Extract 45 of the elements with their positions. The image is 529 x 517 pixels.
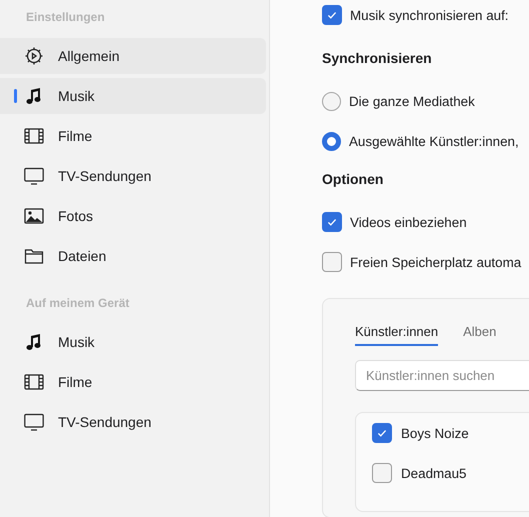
sidebar-item[interactable]: TV-Sendungen (0, 158, 266, 194)
gear-icon (24, 46, 44, 66)
checkbox[interactable] (372, 423, 392, 443)
sidebar-item[interactable]: Musik (0, 324, 266, 360)
section-header: Einstellungen (25, 10, 106, 26)
sidebar-label: Allgemein (58, 48, 120, 64)
search-field[interactable]: Künstler:innen suchen (355, 360, 529, 391)
tab[interactable]: Künstler:innen (355, 324, 438, 346)
sidebar-item[interactable]: Fotos (0, 198, 266, 234)
sidebar-label: TV-Sendungen (58, 168, 152, 184)
sidebar-item[interactable]: Dateien (0, 238, 266, 274)
tv-icon (24, 166, 44, 186)
checkbox-label: Musik synchronisieren auf: (350, 8, 509, 22)
sidebar-label: Filme (58, 374, 92, 390)
checkbox[interactable] (322, 5, 342, 25)
section-header: Auf meinem Gerät (25, 296, 130, 312)
sidebar-item[interactable]: Filme (0, 364, 266, 400)
checkbox[interactable] (372, 463, 392, 483)
sidebar-label: Filme (58, 128, 92, 144)
sidebar-label: Musik (58, 88, 95, 104)
sidebar-item[interactable]: Allgemein (0, 38, 266, 74)
radio-button[interactable] (322, 132, 341, 150)
section-heading: Optionen (322, 171, 384, 189)
film-icon (24, 126, 44, 146)
sidebar-item[interactable]: Musik (0, 78, 266, 114)
radio-label: Ausgewählte Künstler:innen, (349, 134, 519, 148)
sidebar-label: Musik (58, 334, 95, 350)
radio-button[interactable] (322, 92, 341, 110)
checkbox-label: Freien Speicherplatz automa (350, 254, 522, 270)
checkbox-label: Videos einbeziehen (350, 214, 467, 230)
checkbox[interactable] (322, 212, 342, 232)
sidebar-item[interactable]: Filme (0, 118, 266, 154)
section-heading: Synchronisieren (322, 50, 433, 68)
artist-name: Deadmau5 (401, 466, 467, 480)
film-icon (24, 372, 44, 392)
sidebar-label: TV-Sendungen (58, 414, 152, 430)
tv-icon (24, 412, 44, 432)
artist-name: Boys Noize (401, 426, 469, 440)
tab[interactable]: Alben (463, 324, 496, 346)
sidebar-label: Dateien (58, 248, 106, 264)
sidebar-item[interactable]: TV-Sendungen (0, 404, 266, 440)
radio-label: Die ganze Mediathek (349, 94, 475, 108)
sidebar-label: Fotos (58, 208, 94, 224)
photo-icon (24, 206, 44, 226)
checkbox[interactable] (322, 252, 342, 272)
